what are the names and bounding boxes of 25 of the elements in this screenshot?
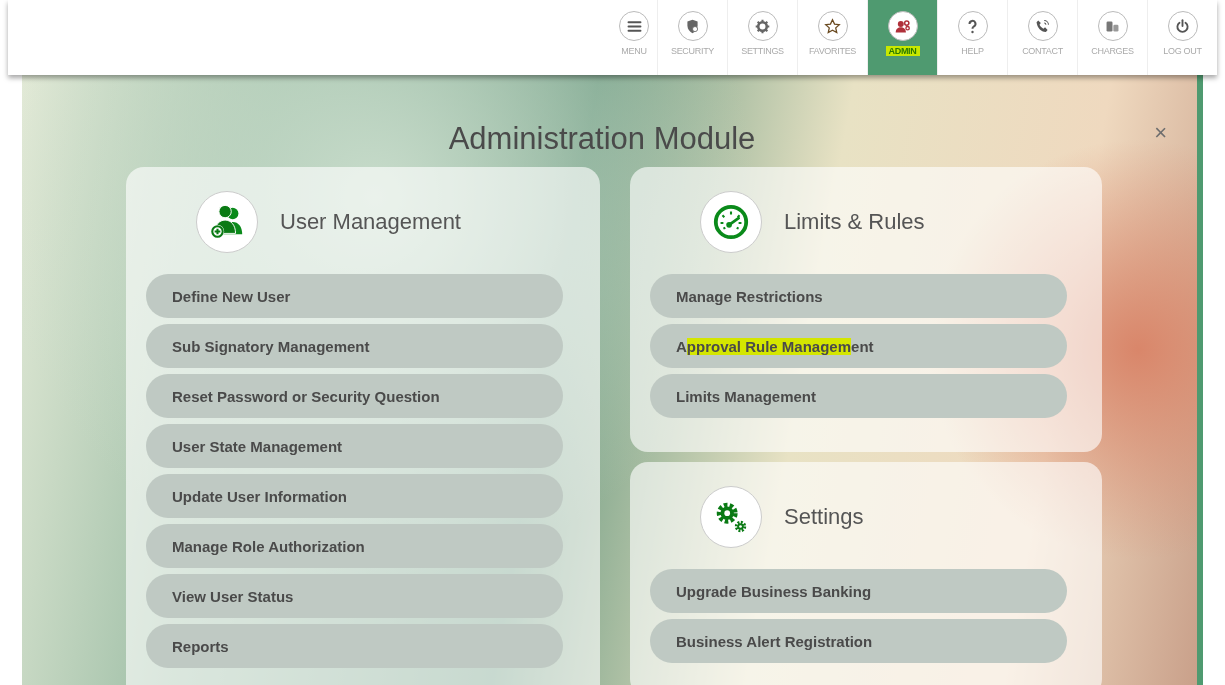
gauge-icon bbox=[712, 203, 750, 241]
section-title: User Management bbox=[280, 209, 461, 235]
nav-tab[interactable]: ADMIN bbox=[867, 0, 937, 75]
menu-item[interactable]: Sub Signatory Management bbox=[146, 324, 563, 368]
phone-icon bbox=[1034, 17, 1051, 35]
page-title: Administration Module bbox=[448, 120, 756, 157]
menu-item[interactable]: Manage Restrictions bbox=[650, 274, 1067, 318]
menu-item[interactable]: Limits Management bbox=[650, 374, 1067, 418]
section-title: Limits & Rules bbox=[784, 209, 925, 235]
menu-item[interactable]: View User Status bbox=[146, 574, 563, 618]
menu-item[interactable]: Reports bbox=[146, 624, 563, 668]
shield-icon bbox=[684, 17, 701, 35]
power-icon bbox=[1174, 17, 1191, 35]
menu-item[interactable]: Update User Information bbox=[146, 474, 563, 518]
menu-item[interactable]: Business Alert Registration bbox=[650, 619, 1067, 663]
menu-item[interactable]: Manage Role Authorization bbox=[146, 524, 563, 568]
user-gear-icon bbox=[894, 17, 911, 35]
menu-item[interactable]: Define New User bbox=[146, 274, 563, 318]
menu-item[interactable]: Reset Password or Security Question bbox=[146, 374, 563, 418]
star-icon bbox=[824, 17, 841, 35]
menu-item[interactable]: Upgrade Business Banking bbox=[650, 569, 1067, 613]
gear-icon bbox=[754, 17, 771, 35]
menu-item[interactable]: User State Management bbox=[146, 424, 563, 468]
section-title: Settings bbox=[784, 504, 864, 530]
close-button[interactable]: × bbox=[1154, 120, 1167, 146]
